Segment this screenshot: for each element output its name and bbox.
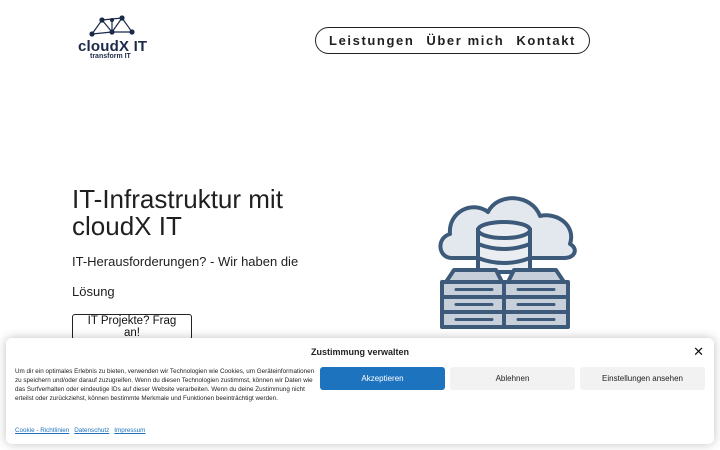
cookie-banner-title: Zustimmung verwalten [310,347,409,357]
hero-title: IT-Infrastruktur mit cloudX IT [72,184,283,241]
logo-tagline: transform IT [90,53,131,60]
cookie-banner-text: Um dir ein optimales Erlebnis zu bieten,… [15,368,315,402]
network-nodes-icon [89,15,135,37]
hero-subtitle: IT-Herausforderungen? - Wir haben die Lö… [72,254,299,299]
main-nav: Leistungen Über mich Kontakt [315,27,590,54]
cookie-banner-links: Cookie - Richtlinien Datenschutz Impress… [15,427,145,434]
accept-button[interactable]: Akzeptieren [320,367,445,390]
cloud-database-server-icon [438,196,577,329]
close-icon[interactable]: ✕ [693,344,704,360]
cta-button[interactable]: IT Projekte? Frag an! [72,314,192,340]
deny-button[interactable]: Ablehnen [450,367,575,390]
view-settings-button[interactable]: Einstellungen ansehen [580,367,705,390]
cookie-consent-banner: Zustimmung verwalten ✕ Um dir ein optima… [6,338,714,444]
imprint-link[interactable]: Impressum [114,427,145,434]
nav-item-kontakt[interactable]: Kontakt [516,33,576,48]
nav-item-leistungen[interactable]: Leistungen [329,33,414,48]
privacy-link[interactable]: Datenschutz [74,427,109,434]
cookie-policy-link[interactable]: Cookie - Richtlinien [15,427,69,434]
nav-item-ueber-mich[interactable]: Über mich [426,33,504,48]
site-logo[interactable]: cloudX IT transform IT [78,14,148,62]
